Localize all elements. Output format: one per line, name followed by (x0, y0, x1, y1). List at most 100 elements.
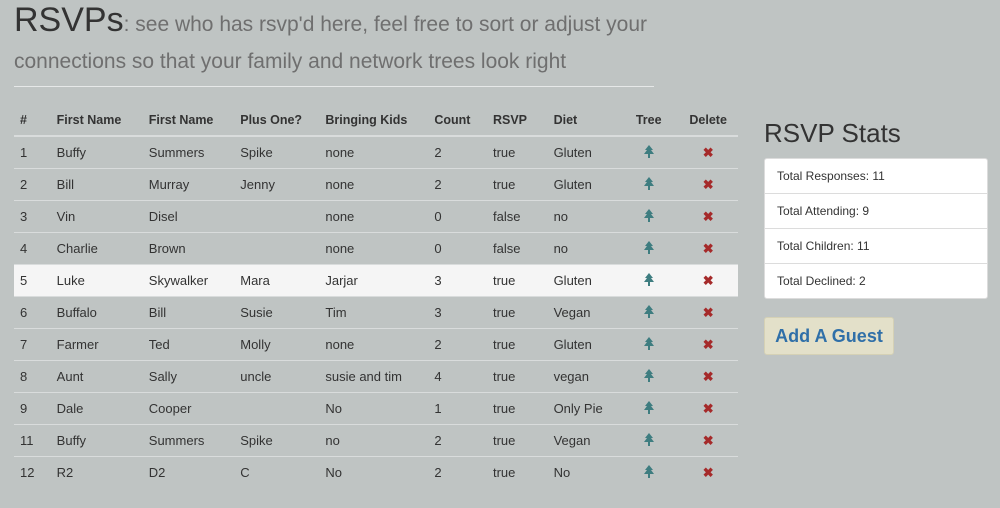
cell-bringing-kids: susie and tim (319, 360, 429, 393)
cell-first-name: Buffy (56, 145, 87, 160)
close-icon[interactable]: ✖ (703, 209, 714, 225)
close-icon[interactable]: ✖ (703, 401, 714, 417)
tree-icon[interactable] (643, 304, 654, 321)
cell-rsvp: true (486, 424, 548, 457)
tree-icon[interactable] (643, 400, 654, 417)
cell-bringing-kids: none (319, 328, 429, 361)
cell-last-name: D2 (142, 456, 235, 488)
cell-rsvp: true (486, 264, 548, 297)
table-row[interactable]: 9 Dale Cooper No 1 true Only Pie ✖ (14, 392, 738, 425)
cell-tree (619, 264, 679, 297)
tree-icon[interactable] (643, 272, 654, 289)
add-guest-button[interactable]: Add A Guest (764, 317, 894, 355)
cell-last-name: Cooper (142, 392, 235, 425)
cell-plus-one (234, 200, 320, 233)
cell-count: 3 (428, 296, 487, 329)
table-row[interactable]: 7 Farmer Ted Molly none 2 true Gluten ✖ (14, 328, 738, 361)
cell-delete: ✖ (678, 136, 738, 169)
cell-delete: ✖ (678, 296, 738, 329)
close-icon[interactable]: ✖ (703, 433, 714, 449)
tree-icon[interactable] (643, 432, 654, 449)
column-header-first-name[interactable]: First Name (50, 104, 143, 137)
column-header-number[interactable]: # (14, 104, 51, 137)
cell-bringing-kids: none (319, 232, 429, 265)
table-row[interactable]: 11 Buffy Summers Spike no 2 true Vegan ✖ (14, 424, 738, 457)
tree-icon[interactable] (643, 208, 654, 225)
cell-diet: No (547, 456, 620, 488)
table-row[interactable]: 6 Buffalo Bill Susie Tim 3 true Vegan ✖ (14, 296, 738, 329)
cell-number: 1 (20, 145, 28, 160)
cell-tree (619, 168, 679, 201)
column-header-plus-one[interactable]: Plus One? (234, 104, 320, 137)
page-title: RSVPs (14, 1, 124, 39)
cell-number: 12 (14, 456, 51, 488)
cell-rsvp: true (486, 392, 548, 425)
close-icon[interactable]: ✖ (703, 337, 714, 353)
cell-delete: ✖ (678, 168, 738, 201)
column-header-last-name[interactable]: First Name (142, 104, 235, 137)
cell-number: 3 (14, 200, 51, 233)
close-icon[interactable]: ✖ (703, 177, 714, 193)
cell-delete: ✖ (678, 360, 738, 393)
cell-delete: ✖ (678, 264, 738, 297)
column-header-count[interactable]: Count (428, 104, 487, 137)
tree-icon[interactable] (643, 336, 654, 353)
stat-total-responses: Total Responses: 11 (777, 169, 885, 183)
close-icon[interactable]: ✖ (703, 369, 714, 385)
tree-icon[interactable] (643, 464, 654, 481)
rsvp-table: # First Name First Name Plus One? Bringi… (14, 104, 738, 488)
tree-icon[interactable] (643, 176, 654, 193)
table-row[interactable]: 12 R2 D2 C No 2 true No ✖ (14, 456, 738, 488)
cell-number: 8 (14, 360, 51, 393)
column-header-delete[interactable]: Delete (678, 104, 738, 137)
close-icon[interactable]: ✖ (703, 145, 714, 161)
cell-bringing-kids: none (325, 145, 355, 160)
tree-icon[interactable] (643, 240, 654, 257)
cell-tree (619, 392, 679, 425)
table-row[interactable]: 8 Aunt Sally uncle susie and tim 4 true vegan ✖ (14, 360, 738, 393)
close-icon[interactable]: ✖ (703, 273, 714, 289)
cell-last-name: Summers (142, 424, 235, 457)
cell-diet: no (547, 232, 620, 265)
column-header-tree[interactable]: Tree (619, 104, 679, 137)
cell-last-name: Skywalker (142, 264, 235, 297)
cell-plus-one (234, 392, 320, 425)
table-header-row: # First Name First Name Plus One? Bringi… (14, 104, 738, 137)
cell-last-name: Sally (142, 360, 235, 393)
cell-bringing-kids: no (319, 424, 429, 457)
close-icon[interactable]: ✖ (703, 465, 714, 481)
close-icon[interactable]: ✖ (703, 305, 714, 321)
cell-diet: vegan (547, 360, 620, 393)
table-row[interactable]: 4 Charlie Brown none 0 false no ✖ (14, 232, 738, 265)
column-header-rsvp[interactable]: RSVP (486, 104, 548, 137)
column-header-diet[interactable]: Diet (547, 104, 620, 137)
cell-bringing-kids: Jarjar (319, 264, 429, 297)
column-header-bringing-kids[interactable]: Bringing Kids (319, 104, 429, 137)
table-row[interactable]: 1 Buffy Summers Spike none 2 true Gluten ✖ (14, 136, 738, 169)
cell-bringing-kids: No (319, 456, 429, 488)
cell-number: 4 (14, 232, 51, 265)
table-row[interactable]: 2 Bill Murray Jenny none 2 true Gluten ✖ (14, 168, 738, 201)
table-row[interactable]: 3 Vin Disel none 0 false no ✖ (14, 200, 738, 233)
cell-first-name: Luke (50, 264, 143, 297)
tree-icon[interactable] (643, 144, 654, 161)
cell-diet: Vegan (547, 296, 620, 329)
cell-bringing-kids: No (319, 392, 429, 425)
cell-first-name: Dale (50, 392, 143, 425)
cell-first-name: Bill (50, 168, 143, 201)
cell-number: 9 (14, 392, 51, 425)
cell-tree (619, 328, 679, 361)
cell-first-name: Buffalo (50, 296, 143, 329)
cell-tree (619, 360, 679, 393)
cell-delete: ✖ (678, 328, 738, 361)
cell-bringing-kids: none (319, 200, 429, 233)
cell-tree (619, 200, 679, 233)
cell-plus-one: Spike (234, 424, 320, 457)
cell-tree (619, 424, 679, 457)
cell-last-name: Summers (148, 145, 205, 160)
table-row[interactable]: 5 Luke Skywalker Mara Jarjar 3 true Gluten ✖ (14, 264, 738, 297)
close-icon[interactable]: ✖ (703, 241, 714, 257)
cell-count: 0 (428, 200, 487, 233)
tree-icon[interactable] (643, 368, 654, 385)
rsvp-stats-title: RSVP Stats (764, 118, 901, 148)
